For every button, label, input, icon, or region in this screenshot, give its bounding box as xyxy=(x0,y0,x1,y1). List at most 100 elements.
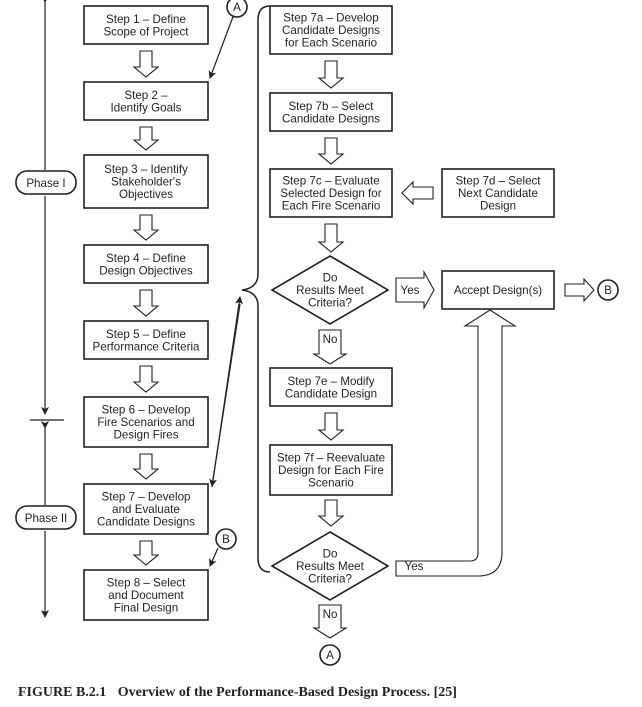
step-accept-text-line: Accept Design(s) xyxy=(454,284,542,297)
connector-b-right: B xyxy=(597,279,619,301)
phase-1-label: Phase I xyxy=(26,177,65,190)
step-box-s7b: Step 7b – SelectCandidate Designs xyxy=(269,92,393,132)
connector-a-top: A xyxy=(226,0,248,18)
step-s7d-text-line: Next Candidate xyxy=(458,187,538,200)
step-box-s4: Step 4 – DefineDesign Objectives xyxy=(83,244,209,284)
yes-arrow-1-label: Yes xyxy=(401,284,420,297)
phase-2-badge: Phase II xyxy=(15,505,77,530)
decision-d2-text-line: Criteria? xyxy=(308,573,352,586)
svg-text:B: B xyxy=(604,284,612,297)
flow-arrow-s7 xyxy=(132,540,160,566)
figure-title: Overview of the Performance-Based Design… xyxy=(118,685,457,700)
flow-arrow-s5 xyxy=(132,365,160,393)
step-box-s5: Step 5 – DefinePerformance Criteria xyxy=(83,320,209,360)
flow-arrow-s4 xyxy=(132,289,160,317)
flow-arrow-s6 xyxy=(132,453,160,480)
connector-a-to-step-2 xyxy=(208,13,235,79)
flow-arrow-s2 xyxy=(132,126,160,151)
step-s7e-text-line: Candidate Design xyxy=(285,387,377,400)
step-s1-text-line: Step 1 – Define xyxy=(106,13,186,26)
decision-d1-text-line: Results Meet xyxy=(296,284,364,297)
step-box-accept: Accept Design(s) xyxy=(441,270,555,310)
step-s7e-text-line: Step 7e – Modify xyxy=(287,375,374,388)
step-s7b-text-line: Candidate Designs xyxy=(282,112,380,125)
step-s7f-text-line: Design for Each Fire xyxy=(278,464,384,477)
step-s7b-text-line: Step 7b – Select xyxy=(288,100,374,113)
decision-d1: DoResults MeetCriteria? xyxy=(270,255,390,325)
decision-d1-text-line: Do xyxy=(323,272,338,285)
step-s7a-text-line: for Each Scenario xyxy=(285,37,377,50)
step-s7a-text-line: Step 7a – Develop xyxy=(283,12,378,25)
step-s3-text-line: Stakeholder's xyxy=(111,176,181,189)
step-7-detail: Step 7a – DevelopCandidate Designsfor Ea… xyxy=(269,5,595,639)
decision-d2-text-line: Results Meet xyxy=(296,560,364,573)
decision-d2: DoResults MeetCriteria? xyxy=(270,531,390,601)
step-s7d-text-line: Step 7d – Select xyxy=(455,175,541,188)
no-arrow-2-label: No xyxy=(323,608,338,621)
flow-arrow-s7c xyxy=(317,223,345,253)
step-box-s3: Step 3 – IdentifyStakeholder'sObjectives xyxy=(83,154,209,209)
no-arrow-1-label: No xyxy=(323,333,338,346)
step-box-s6: Step 6 – DevelopFire Scenarios andDesign… xyxy=(83,396,209,448)
step-s5-text-line: Step 5 – Define xyxy=(106,328,186,341)
step-s3-text-line: Objectives xyxy=(119,188,173,201)
figure-number: FIGURE B.2.1 xyxy=(18,685,106,700)
step-s7-text-line: Candidate Designs xyxy=(97,516,195,529)
yes-arrow-1: Yes xyxy=(395,269,435,311)
step-box-s7: Step 7 – Developand EvaluateCandidate De… xyxy=(83,483,209,535)
step-s6-text-line: Step 6 – Develop xyxy=(102,404,191,417)
step-box-s7c: Step 7c – EvaluateSelected Design forEac… xyxy=(269,168,393,218)
step-box-s8: Step 8 – Selectand DocumentFinal Design xyxy=(83,569,209,621)
step-s7-text-line: and Evaluate xyxy=(112,503,180,516)
step-s8-text-line: Final Design xyxy=(114,602,178,615)
yes-loop-arrow xyxy=(395,309,517,577)
figure-caption: FIGURE B.2.1 Overview of the Performance… xyxy=(18,685,457,700)
step-s3-text-line: Step 3 – Identify xyxy=(104,163,188,176)
step-s7c-text-line: Selected Design for xyxy=(280,187,381,200)
step-box-s7f: Step 7f – ReevaluateDesign for Each Fire… xyxy=(269,444,393,496)
flowchart: Phase I Phase II Step 1 – DefineScope of… xyxy=(15,0,619,700)
step-s6-text-line: Fire Scenarios and xyxy=(97,416,194,429)
decision-d2-text-line: Do xyxy=(323,548,338,561)
step-s7f-text-line: Scenario xyxy=(308,477,354,490)
no-arrow-1: No xyxy=(312,329,348,365)
step-box-s7e: Step 7e – ModifyCandidate Design xyxy=(269,367,393,407)
decision-d1-text-line: Criteria? xyxy=(308,297,352,310)
brace-to-step-7-arrow xyxy=(209,303,241,487)
flow-arrow-s3 xyxy=(132,214,160,241)
phase-2-label: Phase II xyxy=(25,512,68,525)
step-s7c-text-line: Each Fire Scenario xyxy=(282,200,381,213)
step-s8-text-line: and Document xyxy=(108,589,184,602)
phase-timeline: Phase I Phase II xyxy=(15,0,77,618)
connector-b-left: B xyxy=(215,528,237,550)
step-box-s2: Step 2 –Identify Goals xyxy=(83,81,209,121)
step-box-s7d: Step 7d – SelectNext CandidateDesign xyxy=(441,168,555,218)
flow-arrow-s1 xyxy=(132,50,160,78)
step-s7a-text-line: Candidate Designs xyxy=(282,24,380,37)
yes-loop-label: Yes xyxy=(405,560,424,573)
step-s6-text-line: Design Fires xyxy=(113,429,178,442)
accept-to-b-arrow xyxy=(564,277,595,303)
connector-b-to-step-8 xyxy=(209,547,219,567)
flow-arrow-s7e xyxy=(317,412,345,441)
svg-text:A: A xyxy=(326,649,334,662)
flow-arrow-s7a xyxy=(317,60,345,89)
step-s8-text-line: Step 8 – Select xyxy=(107,577,186,590)
step-s4-text-line: Design Objectives xyxy=(99,264,193,277)
step-s7d-text-line: Design xyxy=(480,200,516,213)
flow-arrow-s7b xyxy=(317,137,345,165)
step-box-s1: Step 1 – DefineScope of Project xyxy=(83,5,209,45)
svg-text:B: B xyxy=(222,533,230,546)
step-s2-text-line: Step 2 – xyxy=(124,89,168,102)
step-s2-text-line: Identify Goals xyxy=(111,101,182,114)
step-s1-text-line: Scope of Project xyxy=(103,25,189,38)
no-arrow-2: No xyxy=(312,604,348,639)
flow-arrow-s7f xyxy=(317,499,345,527)
step-7d-to-7c-arrow xyxy=(401,180,434,206)
phase-1-badge: Phase I xyxy=(15,170,77,195)
main-steps: Step 1 – DefineScope of Project Step 2 –I… xyxy=(83,5,209,621)
step-s5-text-line: Performance Criteria xyxy=(93,340,201,353)
step-s7f-text-line: Step 7f – Reevaluate xyxy=(277,452,385,465)
step-s7-text-line: Step 7 – Develop xyxy=(102,491,191,504)
step-7-brace xyxy=(241,5,271,573)
